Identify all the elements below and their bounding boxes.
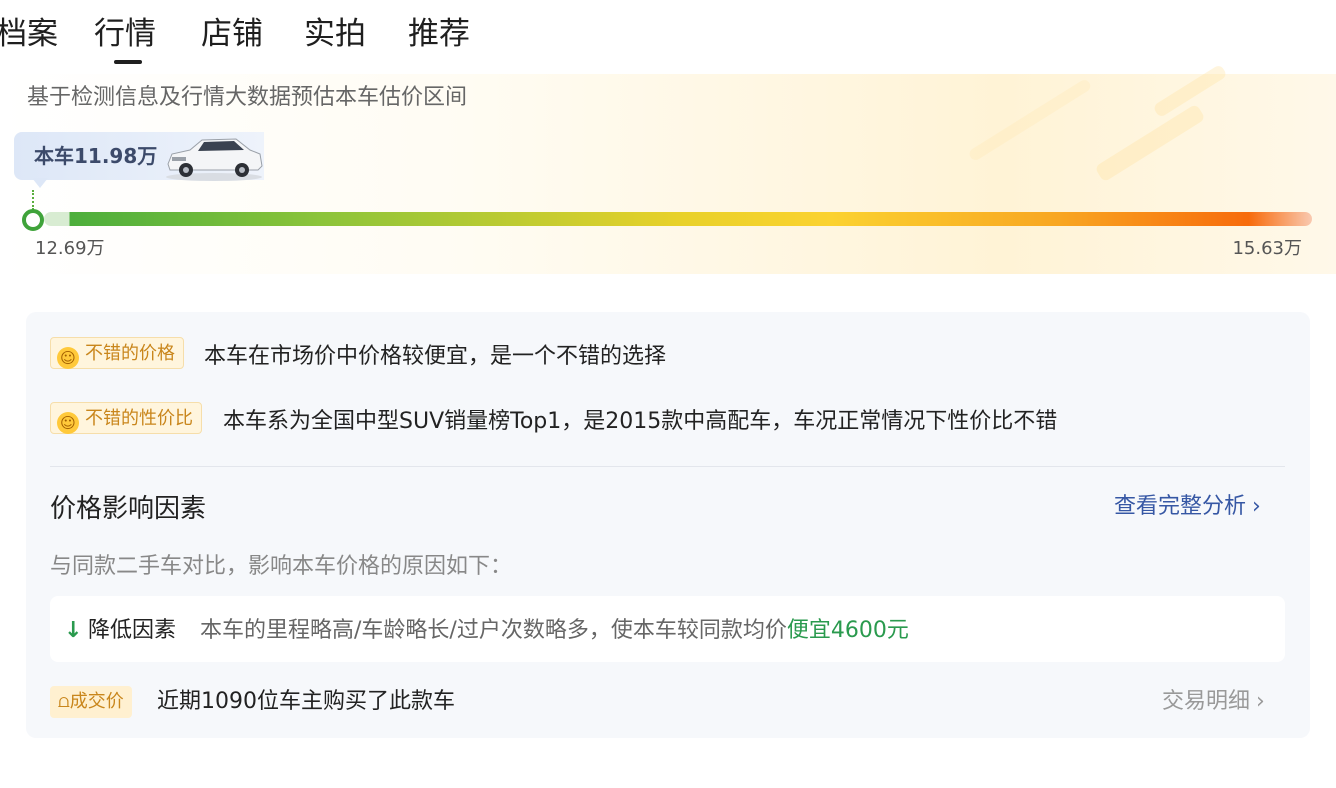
tab-recommend[interactable]: 推荐 bbox=[408, 14, 470, 54]
tab-bar: 档案 行情 店铺 实拍 推荐 bbox=[0, 0, 1336, 72]
highlight-text-value: 本车系为全国中型SUV销量榜Top1，是2015款中高配车，车况正常情况下性价比… bbox=[223, 409, 1058, 434]
factor-down-label: 降低因素 bbox=[88, 618, 177, 643]
highlight-text-price: 本车在市场价中价格较便宜，是一个不错的选择 bbox=[204, 344, 667, 369]
compare-text: 与同款二手车对比，影响本车价格的原因如下： bbox=[50, 554, 513, 579]
tab-photos[interactable]: 实拍 bbox=[304, 14, 366, 54]
tab-market[interactable]: 行情 bbox=[94, 14, 156, 64]
deal-text: 近期1090位车主购买了此款车 bbox=[157, 689, 455, 714]
this-car-marker bbox=[22, 209, 44, 231]
factor-down-desc: 本车的里程略高/车龄略长/过户次数略多，使本车较同款均价便宜4600元 bbox=[200, 618, 909, 643]
tab-shop[interactable]: 店铺 bbox=[201, 14, 263, 54]
factors-title: 价格影响因素 bbox=[50, 494, 207, 524]
estimate-subtitle: 基于检测信息及行情大数据预估本车估价区间 bbox=[27, 85, 468, 110]
range-min-price: 12.69万 bbox=[35, 238, 105, 259]
arrow-down-icon: ↓ bbox=[64, 618, 83, 643]
trade-detail-link[interactable]: 交易明细 › bbox=[1162, 686, 1265, 718]
full-analysis-link[interactable]: 查看完整分析 › bbox=[1114, 492, 1261, 522]
tab-archive[interactable]: 档案 bbox=[0, 14, 58, 54]
range-max-price: 15.63万 bbox=[1232, 238, 1302, 259]
highlight-tag-value: ☺ 不错的性价比 bbox=[50, 402, 202, 434]
deal-price-tag: ⩍成交价 bbox=[50, 686, 132, 718]
chevron-right-icon: › bbox=[1252, 494, 1261, 519]
smile-icon: ☺ bbox=[57, 347, 79, 369]
price-range-bar bbox=[44, 212, 1312, 226]
price-analysis-card bbox=[26, 312, 1310, 738]
highlight-tag-price: ☺ 不错的价格 bbox=[50, 337, 184, 369]
price-marker-line bbox=[32, 190, 34, 210]
chevron-right-icon: › bbox=[1256, 689, 1265, 714]
cheaper-amount: 便宜4600元 bbox=[786, 618, 909, 643]
divider bbox=[50, 466, 1285, 467]
this-car-price: 本车11.98万 bbox=[34, 144, 158, 168]
deal-icon: ⩍ bbox=[58, 691, 70, 712]
car-image bbox=[166, 138, 263, 181]
smile-icon: ☺ bbox=[57, 412, 79, 434]
